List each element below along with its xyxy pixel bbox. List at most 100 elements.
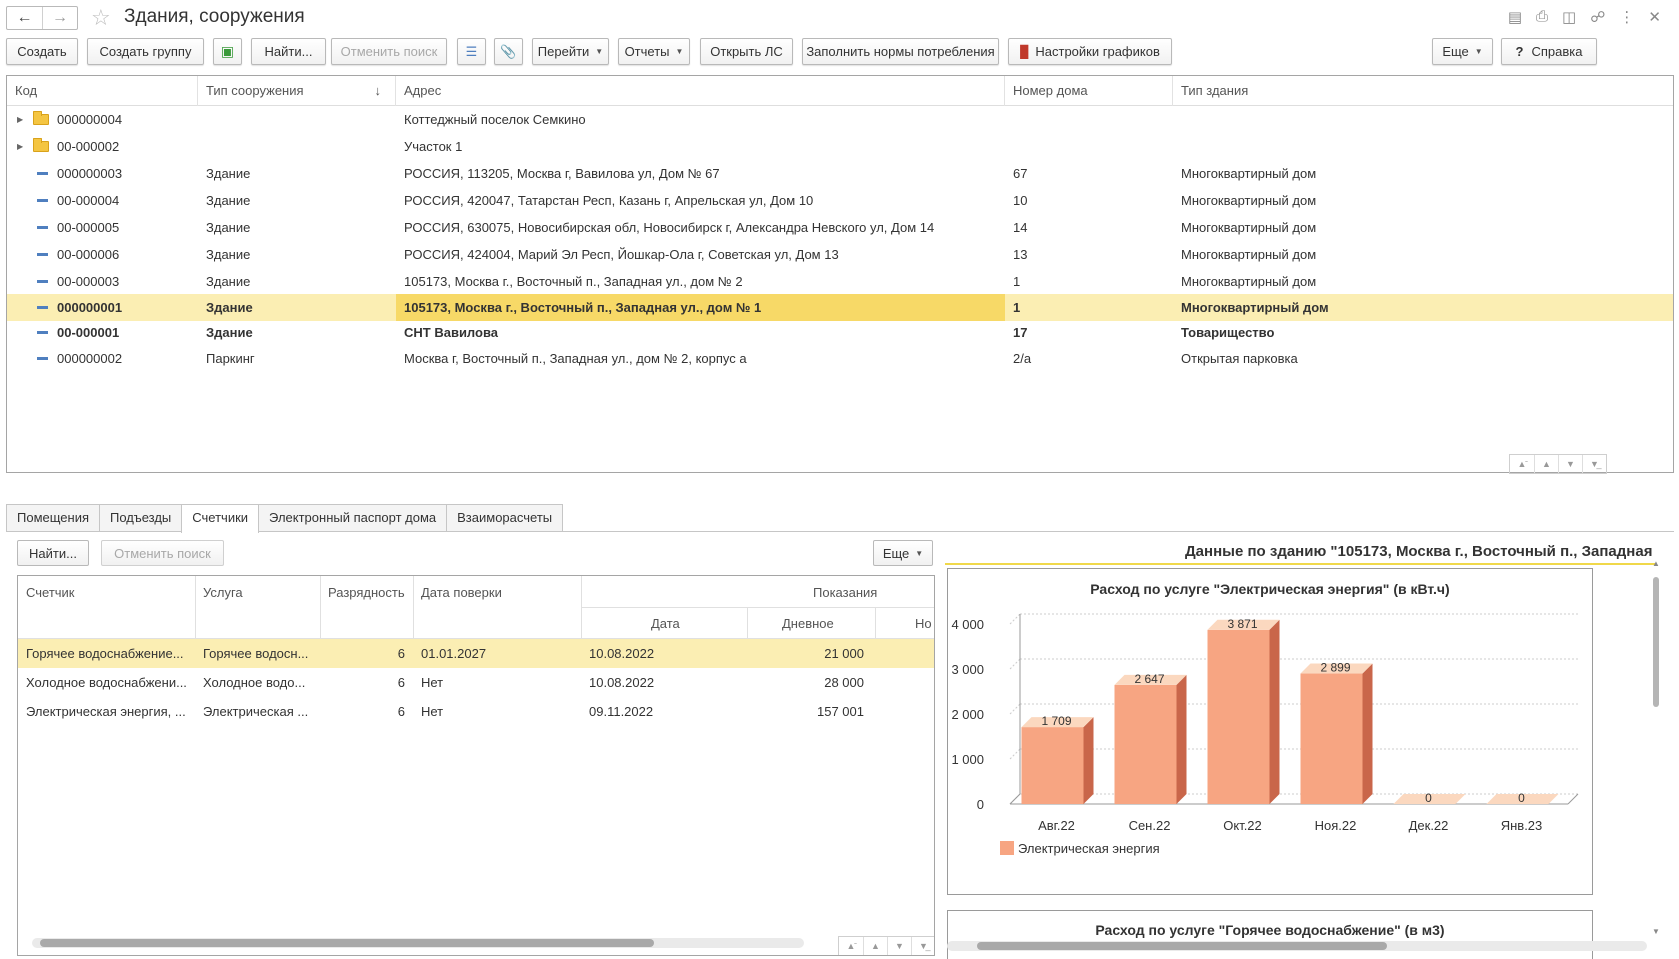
cell-type: Здание bbox=[206, 220, 251, 235]
find-button[interactable]: Найти... bbox=[251, 38, 326, 65]
electricity-chart: Расход по услуге "Электрическая энергия"… bbox=[947, 568, 1593, 895]
table-row[interactable]: 000000001 Здание 105173, Москва г., Восточ… bbox=[7, 294, 1673, 321]
create-button[interactable]: Создать bbox=[6, 38, 78, 65]
y-tick-label: 1 000 bbox=[951, 752, 984, 767]
scroll-up-icon[interactable]: ▲ bbox=[1652, 559, 1660, 568]
table-row[interactable]: 00-000003 Здание 105173, Москва г., Восточ… bbox=[7, 268, 1673, 295]
cell-house-number: 14 bbox=[1013, 220, 1028, 235]
cell-building-type: Многоквартирный дом bbox=[1181, 300, 1329, 315]
horizontal-scrollbar[interactable] bbox=[947, 941, 1647, 951]
meters-find-button[interactable]: Найти... bbox=[17, 540, 89, 566]
tab-premises[interactable]: Помещения bbox=[6, 504, 101, 532]
tab-electronic-passport[interactable]: Электронный паспорт дома bbox=[258, 504, 448, 532]
list-view-button[interactable]: ☰ bbox=[457, 38, 486, 65]
table-row[interactable]: 00-000005 Здание РОССИЯ, 630075, Новосибир… bbox=[7, 214, 1673, 241]
favorite-star-icon[interactable]: ☆ bbox=[91, 5, 111, 31]
meters-cancel-search-button[interactable]: Отменить поиск bbox=[101, 540, 224, 566]
scroll-top-icon[interactable]: ▲̄ bbox=[1510, 455, 1534, 473]
table-header: Код Тип сооружения ↓ Адрес Номер дома Тип… bbox=[7, 76, 1673, 106]
tab-meters[interactable]: Счетчики bbox=[181, 504, 260, 533]
more-button[interactable]: Еще ▼ bbox=[1432, 38, 1493, 65]
help-button[interactable]: ? Справка bbox=[1501, 38, 1597, 65]
data-label: 0 bbox=[1518, 791, 1525, 805]
horizontal-scrollbar[interactable] bbox=[32, 938, 804, 948]
cell-house-number: 10 bbox=[1013, 193, 1028, 208]
cell-service: Холодное водо... bbox=[203, 675, 306, 690]
scroll-down-icon[interactable]: ▼ bbox=[1558, 455, 1582, 473]
paperclip-icon: 📎 bbox=[500, 43, 517, 59]
cancel-search-button[interactable]: Отменить поиск bbox=[331, 38, 447, 65]
close-icon[interactable]: ✕ bbox=[1648, 8, 1661, 26]
forward-arrow-icon[interactable]: → bbox=[42, 7, 77, 29]
column-header-night[interactable]: Но bbox=[915, 616, 932, 631]
more-vertical-icon[interactable]: ⋮ bbox=[1619, 8, 1634, 26]
table-row[interactable]: 00-000001 Здание СНТ Вавилова 17 Товариществ… bbox=[7, 319, 1673, 346]
vertical-scrollbar[interactable]: ▲ ▼ bbox=[1651, 559, 1661, 936]
column-header-check-date[interactable]: Дата поверки bbox=[421, 585, 502, 600]
column-header-house-number[interactable]: Номер дома bbox=[1005, 76, 1173, 106]
scrollbar-thumb[interactable] bbox=[1653, 577, 1659, 707]
scroll-bottom-icon[interactable]: ▼̲ bbox=[911, 937, 934, 955]
cell-code: 00-000004 bbox=[57, 193, 120, 208]
column-header-day[interactable]: Дневное bbox=[782, 616, 834, 631]
meters-more-button[interactable]: Еще ▼ bbox=[873, 540, 933, 566]
y-tick-label: 3 000 bbox=[951, 662, 984, 677]
expand-arrow-icon[interactable]: ▶ bbox=[17, 106, 23, 133]
print-icon[interactable]: ⎙ bbox=[1536, 8, 1548, 26]
scroll-up-icon[interactable]: ▲ bbox=[863, 937, 887, 955]
go-to-button[interactable]: Перейти ▼ bbox=[532, 38, 609, 65]
reports-button[interactable]: Отчеты ▼ bbox=[618, 38, 690, 65]
column-header-meter[interactable]: Счетчик bbox=[26, 585, 75, 600]
copy-button[interactable]: ▣ bbox=[213, 38, 242, 65]
x-tick-label: Янв.23 bbox=[1501, 818, 1543, 833]
link-icon[interactable]: ☍ bbox=[1590, 8, 1605, 26]
chart-settings-button[interactable]: ▉ Настройки графиков bbox=[1008, 38, 1172, 65]
cell-code: 000000002 bbox=[57, 351, 123, 366]
reports-label: Отчеты bbox=[624, 44, 670, 59]
question-icon: ? bbox=[1515, 44, 1524, 59]
tab-settlements[interactable]: Взаиморасчеты bbox=[446, 504, 564, 532]
preview-icon[interactable]: ◫ bbox=[1562, 8, 1576, 26]
cell-type bbox=[206, 133, 396, 160]
cell-code: 000000001 bbox=[57, 300, 123, 315]
scrollbar-thumb[interactable] bbox=[977, 942, 1387, 950]
cell-code: 00-000006 bbox=[57, 247, 120, 262]
scroll-down-icon[interactable]: ▼ bbox=[1652, 927, 1660, 936]
table-row[interactable]: 00-000004 Здание РОССИЯ, 420047, Татарстан… bbox=[7, 187, 1673, 214]
scroll-top-icon[interactable]: ▲̄ bbox=[839, 937, 863, 955]
fill-norms-button[interactable]: Заполнить нормы потребления bbox=[802, 38, 999, 65]
table-row[interactable]: 00-000006 Здание РОССИЯ, 424004, Марий Эл … bbox=[7, 241, 1673, 268]
tab-entrances[interactable]: Подъезды bbox=[99, 504, 183, 532]
column-header-address[interactable]: Адрес bbox=[396, 76, 1005, 106]
column-header-code[interactable]: Код bbox=[7, 76, 198, 106]
table-row[interactable]: ▶ 00-000002 Участок 1 bbox=[7, 133, 1673, 160]
column-header-readings[interactable]: Показания bbox=[813, 585, 877, 600]
scrollbar-thumb[interactable] bbox=[40, 939, 654, 947]
table-row[interactable]: Горячее водоснабжение... Горячее водосн..… bbox=[18, 639, 934, 668]
table-row[interactable]: Холодное водоснабжени... Холодное водо...… bbox=[18, 668, 934, 697]
attach-button[interactable]: 📎 bbox=[494, 38, 523, 65]
column-header-digits[interactable]: Разрядность bbox=[328, 585, 405, 600]
create-group-button[interactable]: Создать группу bbox=[87, 38, 204, 65]
column-header-date[interactable]: Дата bbox=[651, 616, 680, 631]
scroll-bottom-icon[interactable]: ▼̲ bbox=[1582, 455, 1606, 473]
save-icon[interactable]: ▤ bbox=[1508, 8, 1522, 26]
scroll-up-icon[interactable]: ▲ bbox=[1534, 455, 1558, 473]
table-row[interactable]: ▶ 000000004 Коттеджный поселок Семкино bbox=[7, 106, 1673, 133]
cell-house-number: 1 bbox=[1013, 274, 1021, 289]
back-arrow-icon[interactable]: ← bbox=[7, 7, 42, 29]
cell-type: Паркинг bbox=[206, 351, 255, 366]
column-header-service[interactable]: Услуга bbox=[203, 585, 243, 600]
bar bbox=[1114, 684, 1177, 804]
expand-arrow-icon[interactable]: ▶ bbox=[17, 133, 23, 160]
item-icon bbox=[37, 199, 48, 202]
column-header-type[interactable]: Тип сооружения ↓ bbox=[198, 76, 396, 106]
buildings-table: Код Тип сооружения ↓ Адрес Номер дома Тип… bbox=[6, 75, 1674, 474]
open-ls-button[interactable]: Открыть ЛС bbox=[700, 38, 793, 65]
scroll-down-icon[interactable]: ▼ bbox=[887, 937, 911, 955]
table-row[interactable]: 000000003 Здание РОССИЯ, 113205, Москва г,… bbox=[7, 160, 1673, 187]
nav-buttons: ← → bbox=[6, 6, 78, 30]
table-row[interactable]: 000000002 Паркинг Москва г, Восточный п., … bbox=[7, 345, 1673, 372]
table-row[interactable]: Электрическая энергия, ... Электрическая … bbox=[18, 697, 934, 726]
column-header-building-type[interactable]: Тип здания bbox=[1173, 76, 1673, 106]
